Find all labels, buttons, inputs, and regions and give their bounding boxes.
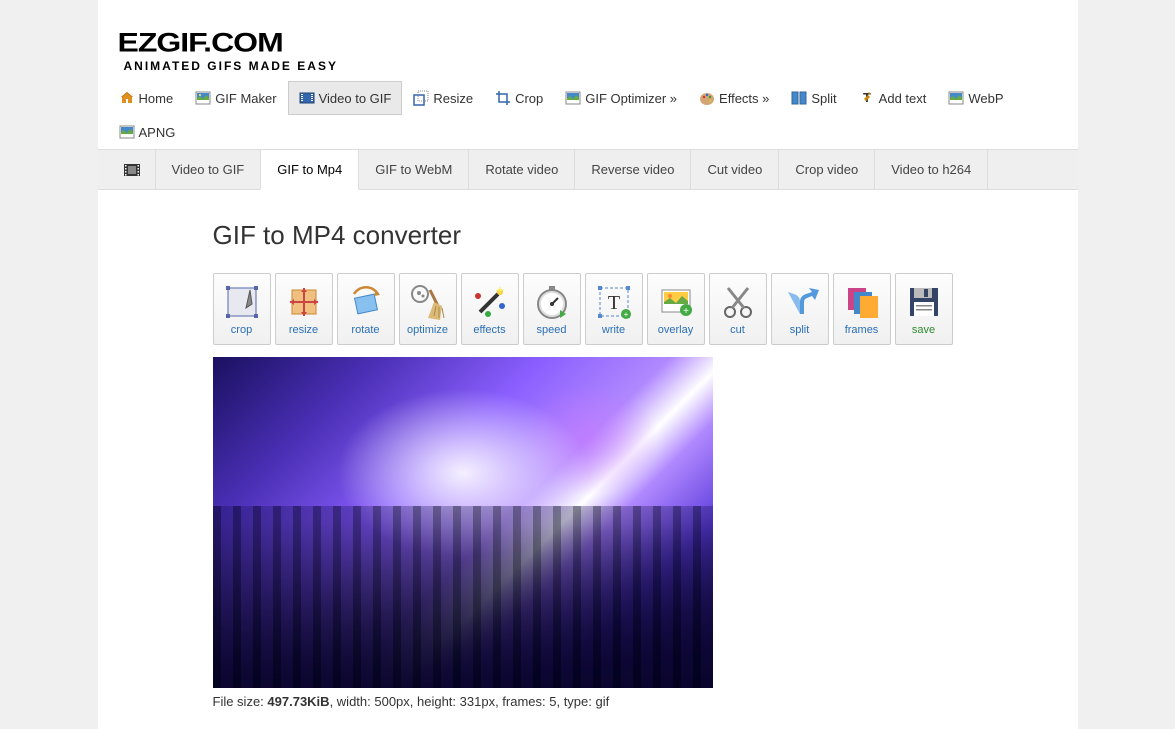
crop-icon [222, 282, 262, 322]
subnav-gif-to-mp4[interactable]: GIF to Mp4 [260, 150, 359, 190]
tool-label: rotate [351, 324, 379, 336]
file-info-rest: , width: 500px, height: 331px, frames: 5… [330, 694, 610, 709]
tool-label: cut [730, 324, 745, 336]
file-size: 497.73KiB [267, 694, 329, 709]
svg-text:T: T [607, 292, 619, 314]
rotate-icon [346, 282, 386, 322]
tool-save[interactable]: save [895, 273, 953, 345]
sub-nav: Video to GIF GIF to Mp4 GIF to WebM Rota… [98, 150, 1078, 190]
split-icon [791, 90, 807, 106]
tool-rotate[interactable]: rotate [337, 273, 395, 345]
palette-icon [699, 90, 715, 106]
video-icon [299, 90, 315, 106]
tool-label: optimize [407, 324, 448, 336]
subnav-video-to-h264[interactable]: Video to h264 [874, 150, 988, 189]
subnav-gif-to-webm[interactable]: GIF to WebM [358, 150, 469, 189]
nav-crop[interactable]: Crop [484, 81, 554, 115]
nav-resize[interactable]: Resize [402, 81, 484, 115]
nav-label: Home [139, 91, 174, 106]
image-icon [119, 124, 135, 140]
toolbar: crop resize rotate optimize [213, 273, 1078, 345]
tool-label: overlay [658, 324, 693, 336]
nav-home[interactable]: Home [108, 81, 185, 115]
text-icon: T [859, 90, 875, 106]
nav-label: Effects » [719, 91, 769, 106]
split-arrow-icon [780, 282, 820, 322]
nav-label: Video to GIF [319, 91, 392, 106]
floppy-icon [904, 282, 944, 322]
image-icon [195, 90, 211, 106]
tool-label: crop [231, 324, 252, 336]
nav-label: APNG [139, 125, 176, 140]
tool-effects[interactable]: effects [461, 273, 519, 345]
resize-icon [284, 282, 324, 322]
logo-subtitle: ANIMATED GIFS MADE EASY [124, 59, 1078, 73]
tool-cut[interactable]: cut [709, 273, 767, 345]
tool-write[interactable]: T+ write [585, 273, 643, 345]
logo-title: EZGIF.COM [118, 27, 1078, 58]
scissors-icon [718, 282, 758, 322]
nav-video-to-gif[interactable]: Video to GIF [288, 81, 403, 115]
tool-label: split [790, 324, 810, 336]
text-layer-icon: T+ [594, 282, 634, 322]
subnav-crop-video[interactable]: Crop video [778, 150, 875, 189]
tool-crop[interactable]: crop [213, 273, 271, 345]
file-info: File size: 497.73KiB, width: 500px, heig… [213, 694, 1078, 709]
content: GIF to MP4 converter crop resize rotate [98, 190, 1078, 729]
home-icon [119, 90, 135, 106]
tool-overlay[interactable]: + overlay [647, 273, 705, 345]
nav-apng[interactable]: APNG [108, 115, 187, 149]
nav-gif-maker[interactable]: GIF Maker [184, 81, 287, 115]
nav-split[interactable]: Split [780, 81, 847, 115]
broom-icon [408, 282, 448, 322]
tool-frames[interactable]: frames [833, 273, 891, 345]
tool-label: speed [537, 324, 567, 336]
nav-label: Resize [433, 91, 473, 106]
overlay-icon: + [656, 282, 696, 322]
header: EZGIF.COM ANIMATED GIFS MADE EASY [98, 0, 1078, 81]
tool-split[interactable]: split [771, 273, 829, 345]
tool-label: effects [473, 324, 505, 336]
tool-resize[interactable]: resize [275, 273, 333, 345]
tool-label: frames [845, 324, 879, 336]
crop-icon [495, 90, 511, 106]
tool-label: resize [289, 324, 318, 336]
resize-icon [413, 90, 429, 106]
nav-label: Crop [515, 91, 543, 106]
nav-add-text[interactable]: T Add text [848, 81, 938, 115]
tool-optimize[interactable]: optimize [399, 273, 457, 345]
svg-text:+: + [623, 310, 628, 319]
stopwatch-icon [532, 282, 572, 322]
nav-label: Add text [879, 91, 927, 106]
subnav-video-to-gif[interactable]: Video to GIF [155, 150, 262, 189]
nav-label: Split [811, 91, 836, 106]
optimizer-icon [565, 90, 581, 106]
nav-label: GIF Maker [215, 91, 276, 106]
tool-label: save [912, 324, 935, 336]
nav-gif-optimizer[interactable]: GIF Optimizer » [554, 81, 688, 115]
svg-text:+: + [683, 306, 689, 317]
wand-icon [470, 282, 510, 322]
nav-label: GIF Optimizer » [585, 91, 677, 106]
subnav-cut-video[interactable]: Cut video [690, 150, 779, 189]
film-icon [122, 160, 142, 180]
image-icon [948, 90, 964, 106]
frames-icon [842, 282, 882, 322]
subnav-rotate-video[interactable]: Rotate video [468, 150, 575, 189]
nav-effects[interactable]: Effects » [688, 81, 780, 115]
file-info-prefix: File size: [213, 694, 268, 709]
page-title: GIF to MP4 converter [213, 220, 1078, 251]
tool-speed[interactable]: speed [523, 273, 581, 345]
tool-label: write [602, 324, 625, 336]
nav-webp[interactable]: WebP [937, 81, 1014, 115]
main-nav: Home GIF Maker Video to GIF Resize Crop [98, 81, 1078, 150]
page-container: EZGIF.COM ANIMATED GIFS MADE EASY Home G… [98, 0, 1078, 729]
preview-image [213, 357, 713, 688]
subnav-reverse-video[interactable]: Reverse video [574, 150, 691, 189]
nav-label: WebP [968, 91, 1003, 106]
